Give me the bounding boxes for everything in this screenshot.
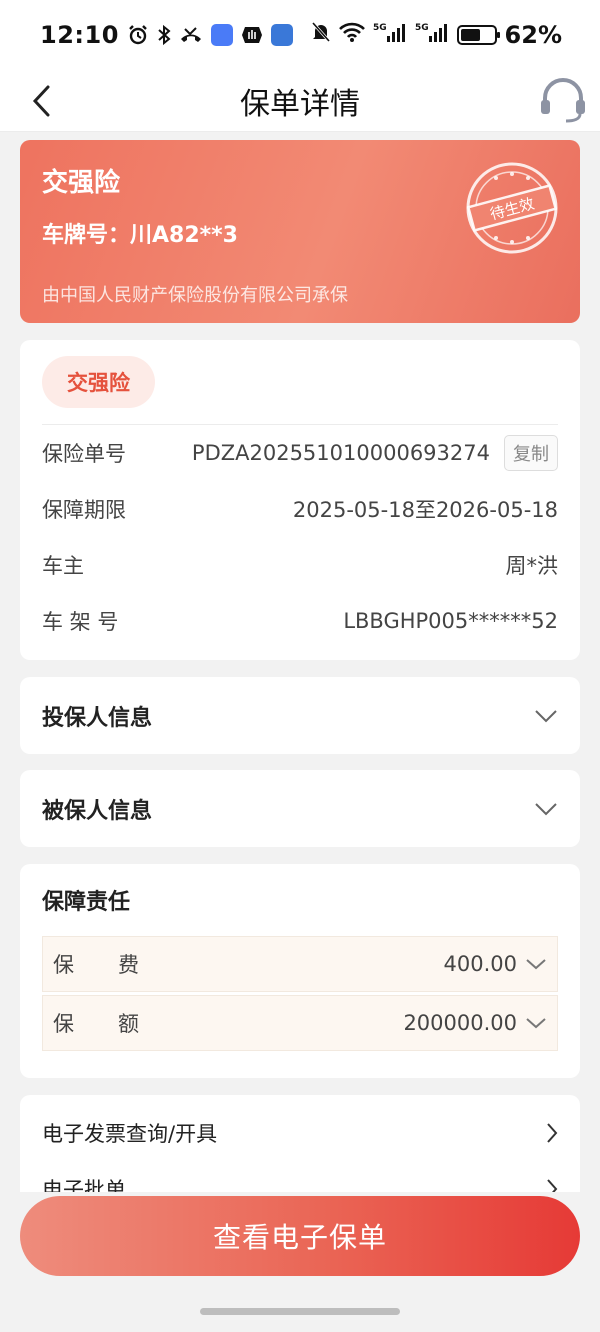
coverage-period-row: 保障期限 2025-05-18至2026-05-18 [42,481,558,537]
owner-label: 车主 [42,554,84,578]
coverage-period-label: 保障期限 [42,498,126,522]
policyholder-title: 投保人信息 [42,705,153,731]
insurance-type-tag: 交强险 [42,356,155,408]
owner-row: 车主 周*洪 [42,537,558,593]
mute-bell-icon [311,21,331,49]
battery-percent: 62% [504,21,562,49]
coverage-title: 保障责任 [42,890,131,915]
vin-row: 车 架 号 LBBGHP005******52 [42,593,558,649]
premium-row[interactable]: 保费 400.00 [42,936,558,992]
chevron-down-icon [526,959,546,970]
back-button[interactable] [22,78,62,124]
chevron-down-icon [535,709,557,722]
bluetooth-icon [157,24,171,46]
signal-icon-2: 5G [415,21,449,49]
customer-service-button[interactable] [536,72,590,128]
app-icon-blue [270,24,293,46]
vin-label: 车 架 号 [42,610,119,634]
wifi-icon [338,21,365,49]
signal-icon: 5G [373,21,407,49]
nav-bar: 保单详情 [0,70,600,132]
e-endorsement-link[interactable]: 电子批单 [42,1161,558,1192]
premium-value: 400.00 [443,952,517,976]
home-indicator[interactable] [200,1308,400,1315]
headset-icon [541,78,585,123]
links-card: 电子发票查询/开具 电子批单 [20,1095,580,1192]
app-icon-honor [210,24,233,46]
owner-value: 周*洪 [505,554,559,578]
sum-insured-label: 保额 [53,1012,183,1036]
content-area[interactable]: 交强险 车牌号： 川A82**3 由中国人民财产保险股份有限公司承保 待生效 交… [0,132,600,1192]
policy-number-row: 保险单号 PDZA202551010000693274 复制 [42,425,558,481]
bottom-area: 查看电子保单 [0,1192,600,1332]
pending-stamp: 待生效 [466,162,558,254]
vin-value: LBBGHP005******52 [343,609,558,633]
policy-number-label: 保险单号 [42,442,126,466]
sum-insured-value: 200000.00 [403,1011,517,1035]
coverage-card: 保障责任 保费 400.00 保额 200000.00 [20,864,580,1078]
chevron-down-icon [535,802,557,815]
missed-call-icon [179,25,203,45]
svg-text:5G: 5G [373,23,387,33]
chevron-right-icon [547,1123,558,1143]
sum-insured-row[interactable]: 保额 200000.00 [42,995,558,1051]
banner-company: 由中国人民财产保险股份有限公司承保 [42,285,348,306]
battery-fill [460,29,481,41]
premium-label: 保费 [53,953,183,977]
chevron-left-icon [32,85,50,117]
chevron-right-icon [547,1179,558,1192]
coverage-period-value: 2025-05-18至2026-05-18 [292,498,558,522]
plate-value: 川A82**3 [130,223,238,248]
svg-text:5G: 5G [415,23,429,33]
alarm-icon [127,24,149,46]
policy-banner: 交强险 车牌号： 川A82**3 由中国人民财产保险股份有限公司承保 待生效 [20,140,580,323]
copy-button[interactable]: 复制 [504,435,558,471]
page-title: 保单详情 [240,86,360,122]
status-bar: 12:10 5G 5G 62% [0,0,600,70]
policy-info-card: 交强险 保险单号 PDZA202551010000693274 复制 保障期限 … [20,340,580,660]
status-time: 12:10 [40,21,119,49]
chevron-down-icon [526,1018,546,1029]
battery-icon [456,25,500,45]
plate-label: 车牌号： [42,223,131,248]
e-invoice-link[interactable]: 电子发票查询/开具 [42,1105,558,1161]
insured-title: 被保人信息 [42,798,153,824]
hand-icon [241,24,263,46]
insured-section[interactable]: 被保人信息 [20,770,580,847]
e-endorsement-label: 电子批单 [42,1178,126,1192]
e-invoice-label: 电子发票查询/开具 [42,1122,218,1146]
view-e-policy-button[interactable]: 查看电子保单 [20,1196,580,1276]
policyholder-section[interactable]: 投保人信息 [20,677,580,754]
policy-number-value: PDZA202551010000693274 [191,441,490,465]
